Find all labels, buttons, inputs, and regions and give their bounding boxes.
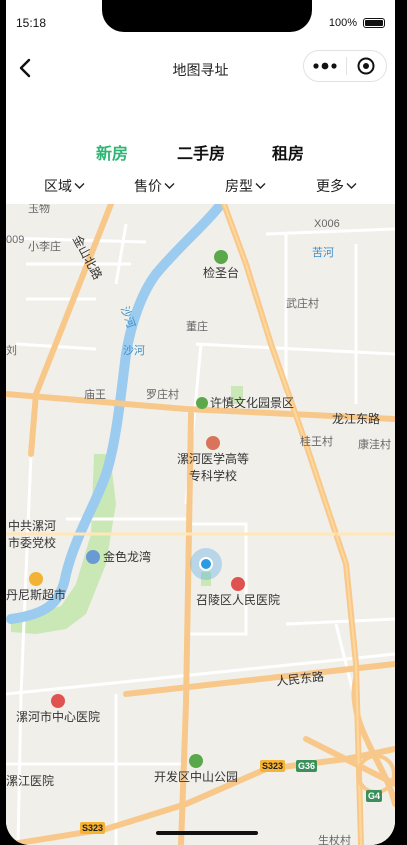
map-view[interactable]: 玉物 X006 009 小李庄 金山北路 沙河 沙河 苦河 检圣台 武庄村 董庄… xyxy=(6,204,395,845)
poi-label: 开发区中山公园 xyxy=(154,770,239,784)
map-label: 庙王 xyxy=(84,389,106,401)
filter-area-label: 区域 xyxy=(44,178,72,194)
poi-label: 丹尼斯超市 xyxy=(6,588,67,602)
poi-label: 中共漯河 xyxy=(8,519,57,533)
poi-label: 漯河医学高等 xyxy=(177,452,250,466)
highway-badge: G36 xyxy=(296,760,318,772)
chevron-down-icon xyxy=(164,183,175,189)
filter-more-label: 更多 xyxy=(316,178,344,194)
poi-label: 检圣台 xyxy=(203,266,240,280)
filter-room-type[interactable]: 房型 xyxy=(225,176,266,196)
tab-second-hand-house[interactable]: 二手房 xyxy=(177,140,225,164)
property-type-tabs: 新房 二手房 租房 xyxy=(6,140,395,168)
poi-medical-college[interactable]: 漯河医学高等 专科学校 xyxy=(177,436,249,484)
tab-rental[interactable]: 租房 xyxy=(272,140,304,164)
poi-zhongshan-park[interactable]: 开发区中山公园 xyxy=(154,754,238,785)
poi-xushen-park[interactable]: 许慎文化园景区 xyxy=(196,394,294,411)
scenic-icon xyxy=(214,250,228,264)
chevron-down-icon xyxy=(255,183,266,189)
poi-zhaoling-hospital[interactable]: 召陵区人民医院 xyxy=(196,577,280,608)
filter-bar: 区域 售价 房型 更多 xyxy=(6,172,395,200)
status-right: 100% xyxy=(329,17,385,29)
poi-central-hospital[interactable]: 漯河市中心医院 xyxy=(16,694,100,725)
shopping-icon xyxy=(29,572,43,586)
poi-label: 许慎文化园景区 xyxy=(210,396,295,410)
poi-jinselongwan[interactable]: 金色龙湾 xyxy=(86,548,151,565)
poi-party-school[interactable]: 中共漯河 市委党校 xyxy=(8,517,56,551)
battery-icon xyxy=(363,18,385,28)
filter-more[interactable]: 更多 xyxy=(316,176,357,196)
highway-badge: G4 xyxy=(366,790,383,802)
poi-label: 专科学校 xyxy=(189,469,238,483)
map-label: 罗庄村 xyxy=(146,389,179,401)
poi-label: 召陵区人民医院 xyxy=(196,593,281,607)
camera-notch xyxy=(102,0,312,32)
mini-program-capsule xyxy=(303,50,387,82)
tab-new-house[interactable]: 新房 xyxy=(96,140,128,164)
hospital-icon xyxy=(231,577,245,591)
filter-price[interactable]: 售价 xyxy=(134,176,175,196)
map-base-layer xyxy=(6,204,395,845)
more-options-button[interactable] xyxy=(304,51,346,81)
poi-jiantai[interactable]: 检圣台 xyxy=(203,250,239,281)
map-label: 康洼村 xyxy=(358,439,391,451)
map-label: 桂王村 xyxy=(300,436,333,448)
close-mini-program-button[interactable] xyxy=(346,51,386,81)
current-location-marker xyxy=(190,548,222,580)
hospital-icon xyxy=(51,694,65,708)
highway-badge: S323 xyxy=(80,822,106,834)
school-icon xyxy=(206,436,220,450)
map-label: 小李庄 xyxy=(28,241,61,253)
status-time: 15:18 xyxy=(16,16,47,30)
map-label: X006 xyxy=(314,218,340,230)
map-label: 生杖村 xyxy=(318,835,351,845)
more-dots-icon xyxy=(313,62,337,70)
filter-area[interactable]: 区域 xyxy=(44,176,85,196)
road-label: 龙江东路 xyxy=(332,412,381,426)
water-label: 苦河 xyxy=(312,247,334,259)
map-label: 009 xyxy=(6,234,25,246)
home-icon xyxy=(86,549,100,564)
filter-price-label: 售价 xyxy=(134,178,162,194)
target-close-icon xyxy=(357,57,375,75)
scenic-icon xyxy=(196,396,208,409)
battery-percent: 100% xyxy=(328,17,357,29)
app-screen: 15:18 100% 地图寻址 新房 二手房 租房 区域 售价 房型 更多 玉物… xyxy=(6,0,395,845)
chevron-down-icon xyxy=(346,183,357,189)
highway-badge: S323 xyxy=(260,760,286,772)
map-label: 武庄村 xyxy=(286,298,319,310)
chevron-down-icon xyxy=(74,183,85,189)
map-label: 董庄 xyxy=(186,321,208,333)
nav-bar: 地图寻址 xyxy=(6,46,395,90)
map-label: 刘 xyxy=(6,345,17,357)
poi-label: 市委党校 xyxy=(8,536,57,550)
home-indicator xyxy=(156,831,258,835)
poi-tangnisi[interactable]: 丹尼斯超市 xyxy=(6,572,66,603)
park-icon xyxy=(189,754,203,768)
phone-frame: 15:18 100% 地图寻址 新房 二手房 租房 区域 售价 房型 更多 玉物… xyxy=(0,0,407,845)
filter-room-type-label: 房型 xyxy=(225,178,253,194)
river-label: 沙河 xyxy=(123,345,145,357)
poi-label: 漯河市中心医院 xyxy=(16,710,101,724)
poi-label: 金色龙湾 xyxy=(103,550,152,564)
map-label: 玉物 xyxy=(28,204,50,215)
map-label: 漯江医院 xyxy=(6,774,55,788)
